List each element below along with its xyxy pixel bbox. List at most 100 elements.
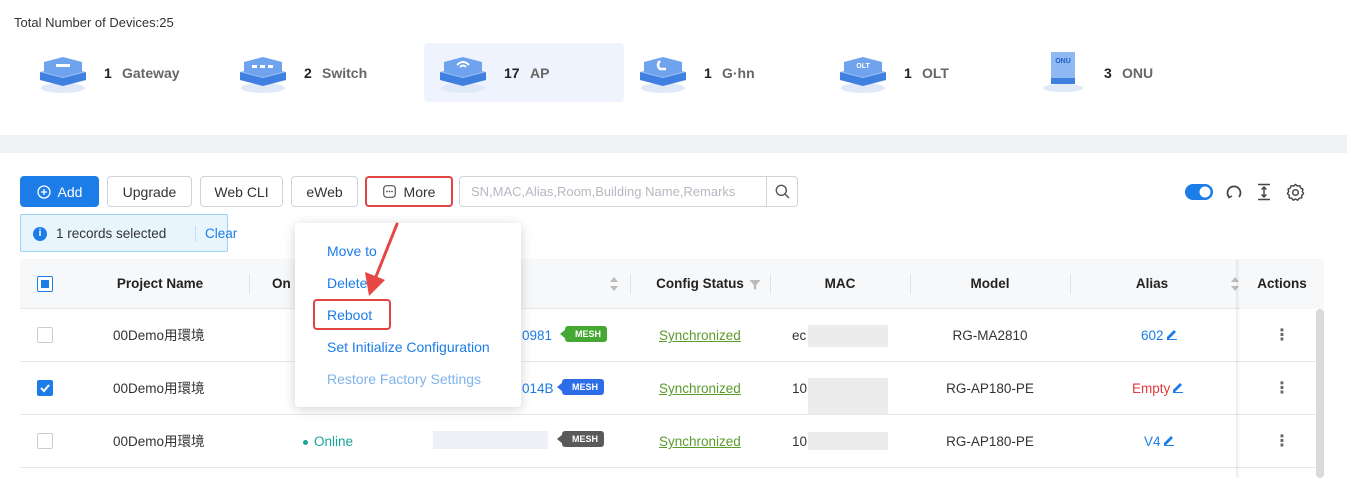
ghn-label: G·hn [722, 65, 755, 81]
onu-icon-text: ONU [1055, 58, 1071, 65]
column-height-button[interactable] [1253, 181, 1275, 203]
device-type-switch[interactable]: 2 Switch [224, 43, 424, 102]
ap-label: AP [530, 65, 550, 81]
edit-icon[interactable] [1166, 328, 1178, 340]
ghn-count: 1 [704, 65, 712, 81]
switch-icon [240, 57, 286, 93]
menu-item-restore-factory-settings[interactable]: Restore Factory Settings [327, 371, 481, 387]
info-icon: i [33, 227, 47, 241]
gateway-count: 1 [104, 65, 112, 81]
online-status-cell: Online [303, 415, 353, 468]
ap-count: 17 [504, 65, 520, 81]
mac-redaction [808, 378, 888, 414]
mesh-badge: MESH [559, 326, 608, 342]
sn-redaction [433, 431, 548, 449]
row-checkbox[interactable] [37, 433, 53, 449]
header-divider [249, 274, 250, 294]
selection-count-text: 1 records selected [56, 226, 167, 241]
sn-cell[interactable]: 014B [522, 362, 554, 415]
more-dots-icon [382, 185, 396, 198]
table-row[interactable]: 00Demo用環境 014B MESH Synchronized 10 RG-A… [20, 362, 1324, 415]
more-button-label: More [403, 183, 436, 200]
edit-icon[interactable] [1163, 434, 1175, 446]
selection-divider [195, 226, 196, 242]
total-devices-label: Total Number of Devices:25 [14, 15, 174, 30]
model-cell: RG-AP180-PE [946, 381, 1034, 396]
config-status-cell[interactable]: Synchronized [659, 362, 741, 415]
device-summary-panel: Total Number of Devices:25 1 Gateway 2 S… [0, 0, 1347, 135]
mac-cell: ec [792, 328, 807, 343]
status-dot [303, 439, 308, 445]
sn-cell[interactable]: 0981 [522, 309, 552, 362]
device-type-ghn[interactable]: 1 G·hn [624, 43, 824, 102]
config-status-cell[interactable]: Synchronized [659, 415, 741, 468]
settings-button[interactable] [1284, 181, 1306, 203]
column-project-name[interactable]: Project Name [80, 259, 240, 309]
selection-info-bar: i 1 records selected Clear [20, 214, 237, 252]
switch-label: Switch [322, 65, 368, 81]
eweb-button[interactable]: eWeb [291, 176, 358, 207]
project-name-cell: 00Demo用環境 [113, 434, 205, 449]
row-actions-menu-icon[interactable]: ⋮ [1274, 309, 1290, 362]
alias-value[interactable]: 602 [1141, 328, 1164, 343]
refresh-button[interactable] [1223, 181, 1245, 203]
search-input[interactable] [460, 177, 767, 206]
text-height-icon [1258, 183, 1270, 201]
clear-selection-link[interactable]: Clear [205, 226, 237, 241]
onu-count: 3 [1104, 65, 1112, 81]
display-toggle[interactable] [1185, 181, 1213, 203]
olt-icon: OLT [840, 57, 886, 93]
table-scrollbar[interactable] [1316, 309, 1324, 478]
alias-value[interactable]: Empty [1132, 381, 1170, 396]
column-mac[interactable]: MAC [770, 259, 910, 309]
row-checkbox[interactable] [37, 327, 53, 343]
select-all-checkbox[interactable] [37, 276, 53, 292]
add-button-label: Add [57, 183, 83, 200]
alias-cell[interactable]: V4 [1144, 415, 1175, 468]
menu-item-set-initialize-configuration[interactable]: Set Initialize Configuration [327, 339, 490, 355]
row-actions-menu-icon[interactable]: ⋮ [1274, 415, 1290, 468]
toggle-switch-icon [1185, 184, 1213, 200]
mac-cell: 10 [792, 381, 808, 396]
model-cell: RG-MA2810 [952, 328, 1028, 343]
device-type-olt[interactable]: OLT 1 OLT [824, 43, 1024, 102]
gear-icon [1286, 183, 1304, 201]
annotation-arrow-icon [365, 222, 399, 296]
device-type-ap[interactable]: 17 AP [424, 43, 624, 102]
table-row[interactable]: 00Demo用環境 0981 MESH Synchronized ec RG-M… [20, 309, 1324, 362]
sort-icon[interactable] [609, 276, 619, 295]
alias-cell[interactable]: Empty [1132, 362, 1184, 415]
search-button[interactable] [766, 177, 797, 206]
model-cell: RG-AP180-PE [946, 434, 1034, 449]
config-status-cell[interactable]: Synchronized [659, 309, 741, 362]
mac-cell: 10 [792, 434, 808, 449]
olt-label: OLT [922, 65, 949, 81]
add-button[interactable]: Add [20, 176, 99, 207]
search-icon [775, 184, 790, 199]
row-actions-menu-icon[interactable]: ⋮ [1274, 362, 1290, 415]
project-name-cell: 00Demo用環境 [113, 328, 205, 343]
device-type-onu[interactable]: ONU 3 ONU [1024, 43, 1224, 102]
gateway-label: Gateway [122, 65, 180, 81]
check-icon [40, 384, 50, 393]
row-checkbox[interactable] [37, 380, 53, 396]
olt-icon-text: OLT [856, 63, 870, 70]
web-cli-button[interactable]: Web CLI [200, 176, 283, 207]
column-actions: Actions [1240, 259, 1324, 309]
filter-icon[interactable] [749, 278, 761, 294]
fixed-column-shadow [1236, 259, 1240, 478]
table-header: Project Name On Config Status MAC Model … [20, 259, 1324, 309]
alias-value[interactable]: V4 [1144, 434, 1161, 449]
column-model[interactable]: Model [910, 259, 1070, 309]
edit-icon[interactable] [1172, 381, 1184, 393]
upgrade-button[interactable]: Upgrade [107, 176, 192, 207]
table-row[interactable]: 00Demo用環境 Online MESH Synchronized 10 RG… [20, 415, 1324, 468]
onu-icon: ONU [1043, 52, 1083, 92]
device-type-gateway[interactable]: 1 Gateway [24, 43, 224, 102]
onu-label: ONU [1122, 65, 1154, 81]
more-button[interactable]: More [365, 176, 453, 207]
column-alias[interactable]: Alias [1070, 259, 1234, 309]
alias-cell[interactable]: 602 [1141, 309, 1178, 362]
refresh-icon [1226, 185, 1242, 199]
search-box [459, 176, 798, 207]
